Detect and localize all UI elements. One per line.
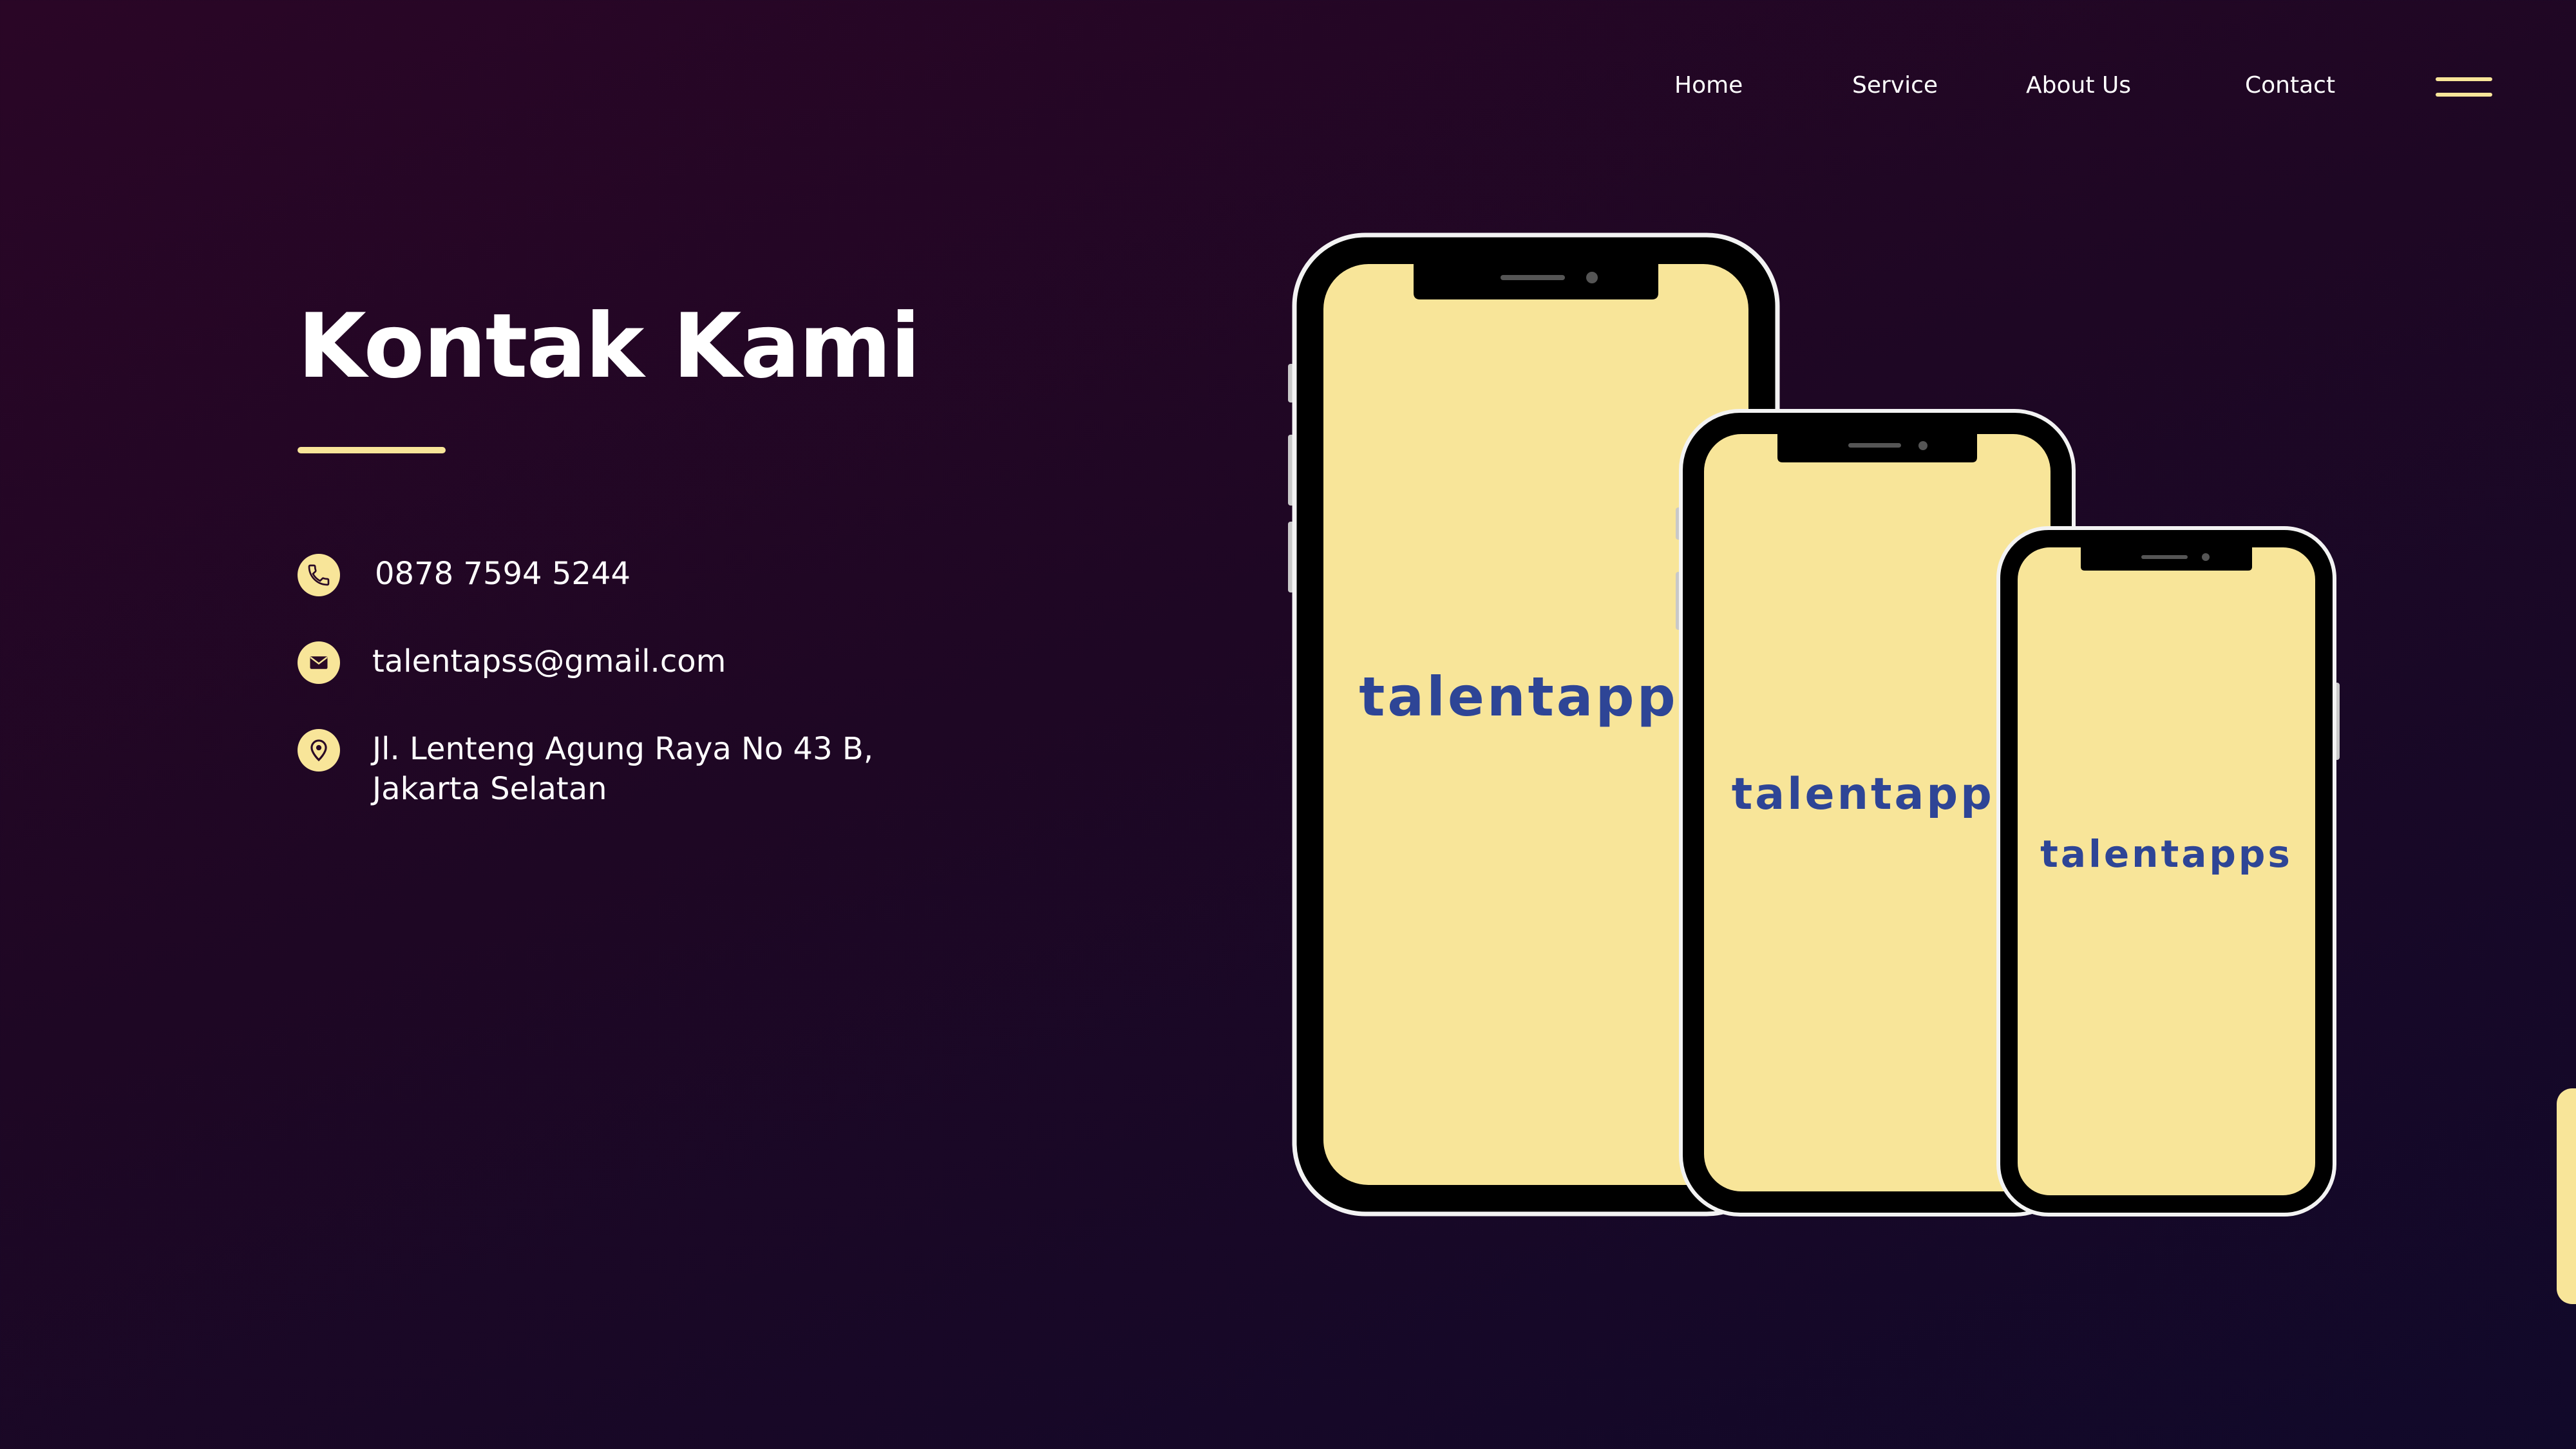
page-title: Kontak Kami [298,294,921,398]
nav-contact-link[interactable]: Contact [2245,72,2335,99]
mail-icon [298,641,340,684]
nav-home-link[interactable]: Home [1674,72,1743,99]
contact-email-address[interactable]: talentapss@gmail.com [372,641,952,681]
phone-mockup-small: talentapps [1996,526,2340,1217]
contact-email-row: talentapss@gmail.com [298,641,952,684]
contact-phone-row: 0878 7594 5244 [298,554,954,596]
map-pin-icon [298,729,340,772]
nav-about-us-link[interactable]: About Us [2026,72,2131,99]
contact-phone-number[interactable]: 0878 7594 5244 [375,554,954,594]
side-drawer-tab[interactable] [2557,1088,2576,1304]
top-navigation: Home Service About Us Contact [0,0,2576,174]
nav-service-link[interactable]: Service [1852,72,1938,99]
title-underline [298,447,446,453]
contact-address-row: Jl. Lenteng Agung Raya No 43 B, Jakarta … [298,729,952,809]
contact-address: Jl. Lenteng Agung Raya No 43 B, Jakarta … [372,731,874,807]
hamburger-menu-icon[interactable] [2436,77,2492,99]
phone-icon [298,554,340,596]
brand-logo-small: talentapps [2040,832,2293,876]
